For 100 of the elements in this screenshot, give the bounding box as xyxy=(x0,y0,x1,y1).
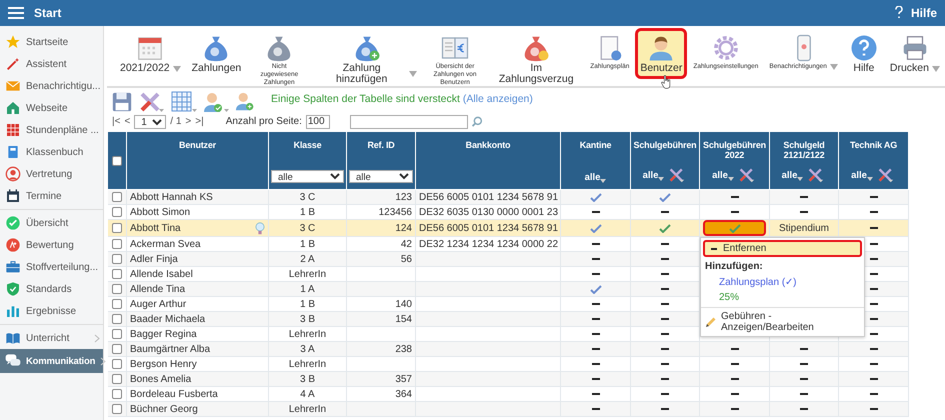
row-checkbox[interactable] xyxy=(112,239,122,249)
sidebar-item[interactable]: Klassenbuch xyxy=(0,141,103,163)
next-page-link[interactable]: > xyxy=(185,116,192,127)
sidebar-item[interactable]: Startseite xyxy=(0,31,103,53)
fee-status: Stipendium xyxy=(778,222,830,234)
ref-id-cell: 124 xyxy=(395,222,412,234)
filter-dropdown[interactable]: alle xyxy=(782,170,804,180)
column-header[interactable]: Schulgebühren 2022 xyxy=(701,140,768,160)
toolbar-button[interactable]: Zahlungen xyxy=(186,28,246,79)
sidebar-item[interactable]: Benachrichtigu... xyxy=(0,75,103,97)
dash-icon xyxy=(592,303,600,305)
row-checkbox[interactable] xyxy=(112,254,122,264)
check-circle-icon xyxy=(5,215,21,231)
filter-select[interactable]: alle xyxy=(271,170,344,183)
filter-dropdown[interactable]: alle xyxy=(712,170,734,180)
column-header[interactable]: Technik AG xyxy=(840,140,907,150)
tools-icon xyxy=(139,91,165,113)
remove-menu-item[interactable]: Entfernen xyxy=(703,240,862,257)
user-name: Ackerman Svea xyxy=(130,238,201,250)
dash-icon xyxy=(870,211,878,213)
toolbar-button[interactable]: Hilfe xyxy=(844,28,884,79)
filter-dropdown[interactable]: alle xyxy=(851,170,873,180)
page-select[interactable]: 1 xyxy=(134,114,166,128)
iban-cell: DE56 6005 0101 1234 5678 91 xyxy=(419,222,558,234)
sidebar-item[interactable]: Übersicht xyxy=(0,212,103,234)
sidebar-item[interactable]: Kommunikation xyxy=(0,349,103,373)
dash-icon xyxy=(870,333,878,335)
first-page-link[interactable]: |< xyxy=(112,116,120,127)
row-checkbox[interactable] xyxy=(112,314,122,324)
edit-fees-item[interactable]: Gebühren - Anzeigen/Bearbeiten xyxy=(701,307,864,336)
sidebar-item[interactable]: Unterricht xyxy=(0,327,103,349)
row-checkbox[interactable] xyxy=(112,374,122,384)
row-checkbox[interactable] xyxy=(112,269,122,279)
column-header[interactable]: Ref. ID xyxy=(348,140,414,150)
last-page-link[interactable]: >| xyxy=(195,116,204,127)
dash-icon xyxy=(592,378,600,380)
class-cell: LehrerIn xyxy=(288,358,326,370)
dash-icon xyxy=(592,318,600,320)
column-header[interactable]: Benutzer xyxy=(128,140,267,150)
toolbar-button[interactable]: Zahlung hinzufügen xyxy=(312,28,422,90)
pencil-icon xyxy=(705,316,717,328)
toolbar-button[interactable]: 2021/2022 xyxy=(115,28,186,79)
column-header[interactable]: Klasse xyxy=(270,140,345,150)
row-checkbox[interactable] xyxy=(112,359,122,369)
toolbar-button[interactable]: Im Zahlungsverzug xyxy=(488,28,584,90)
previous-page-link[interactable]: < xyxy=(124,116,130,127)
per-page-field[interactable]: 100 xyxy=(306,114,330,128)
dash-icon xyxy=(870,243,878,245)
wand-icon xyxy=(5,56,21,72)
filter-dropdown[interactable]: alle xyxy=(642,170,664,180)
dash-icon xyxy=(661,348,669,350)
row-checkbox[interactable] xyxy=(112,389,122,399)
column-header[interactable]: Schulgebühren xyxy=(632,140,698,150)
ref-id-cell: 238 xyxy=(395,344,412,354)
row-checkbox[interactable] xyxy=(112,299,122,309)
class-cell: 3 C xyxy=(300,192,316,202)
sidebar-item[interactable]: Ergebnisse xyxy=(0,300,103,322)
shield-icon xyxy=(5,281,21,297)
sidebar-item[interactable]: Standards xyxy=(0,278,103,300)
class-cell: LehrerIn xyxy=(288,328,326,340)
menu-icon[interactable] xyxy=(8,7,24,19)
ref-id-cell: 56 xyxy=(400,254,412,264)
sidebar-item[interactable]: Termine xyxy=(0,185,103,207)
select-all-checkbox[interactable] xyxy=(112,156,122,166)
ref-id-cell: 123456 xyxy=(378,206,412,218)
dash-icon xyxy=(730,348,738,350)
search-field[interactable] xyxy=(350,114,468,128)
toolbar-button[interactable]: Drucken xyxy=(884,28,945,79)
filter-dropdown[interactable]: alle xyxy=(584,172,606,183)
user-name: Allende Isabel xyxy=(130,268,193,280)
sidebar-item[interactable]: Bewertung xyxy=(0,234,103,256)
class-cell: 3 C xyxy=(300,222,316,234)
column-header[interactable]: Bankkonto xyxy=(417,140,559,150)
dash-icon xyxy=(661,393,669,395)
sidebar-item[interactable]: Stoffverteilung... xyxy=(0,256,103,278)
caret-icon xyxy=(728,176,734,180)
selected-cell[interactable] xyxy=(703,220,766,236)
row-checkbox[interactable] xyxy=(112,223,122,233)
payment-plan-link[interactable]: Zahlungsplan (✓) xyxy=(701,274,864,290)
row-checkbox[interactable] xyxy=(112,329,122,339)
sidebar-item[interactable]: Vertretung xyxy=(0,163,103,185)
row-checkbox[interactable] xyxy=(112,284,122,294)
user-name: Abbott Hannah KS xyxy=(130,192,213,202)
sidebar-item[interactable]: Stundenpläne ... xyxy=(0,119,103,141)
help-link[interactable]: Hilfe xyxy=(910,6,937,20)
dash-icon xyxy=(661,363,669,365)
dash-icon xyxy=(800,393,808,395)
column-header[interactable]: Kantine xyxy=(562,140,629,150)
class-cell: 3 B xyxy=(300,374,315,384)
filter-select[interactable]: alle xyxy=(349,170,413,183)
sidebar-item[interactable]: Assistent xyxy=(0,53,103,75)
sidebar-item[interactable]: Webseite xyxy=(0,97,103,119)
row-checkbox[interactable] xyxy=(112,207,122,217)
user-name: Auger Arthur xyxy=(130,298,186,310)
column-header[interactable]: Schulgeld 2121/2122 xyxy=(771,140,837,160)
row-checkbox[interactable] xyxy=(112,404,122,414)
row-checkbox[interactable] xyxy=(112,192,122,202)
row-checkbox[interactable] xyxy=(112,344,122,354)
dash-icon xyxy=(870,408,878,410)
percent-option[interactable]: 25% xyxy=(701,290,864,305)
